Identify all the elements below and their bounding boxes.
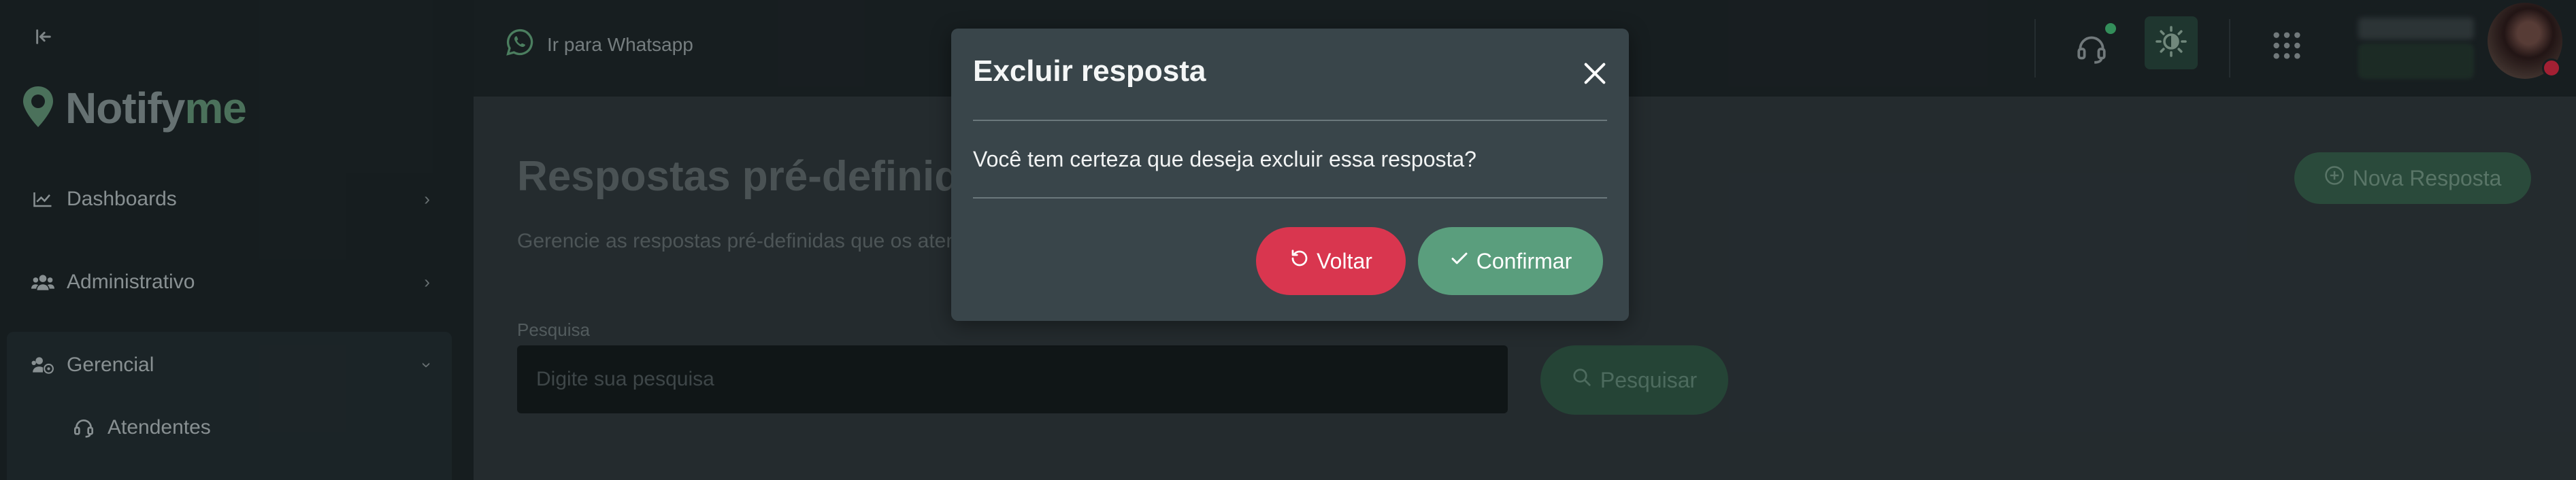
confirm-button-label: Confirmar bbox=[1476, 248, 1572, 273]
delete-confirm-modal: Excluir resposta Você tem certeza que de… bbox=[951, 29, 1629, 321]
divider bbox=[973, 120, 1607, 121]
close-icon[interactable] bbox=[1579, 57, 1611, 90]
check-icon bbox=[1449, 248, 1470, 274]
back-button[interactable]: Voltar bbox=[1256, 227, 1406, 295]
modal-title: Excluir resposta bbox=[973, 54, 1206, 88]
modal-message: Você tem certeza que deseja excluir essa… bbox=[973, 147, 1476, 171]
divider bbox=[973, 197, 1607, 199]
confirm-button[interactable]: Confirmar bbox=[1418, 227, 1603, 295]
back-button-label: Voltar bbox=[1317, 248, 1372, 273]
undo-icon bbox=[1289, 248, 1310, 274]
